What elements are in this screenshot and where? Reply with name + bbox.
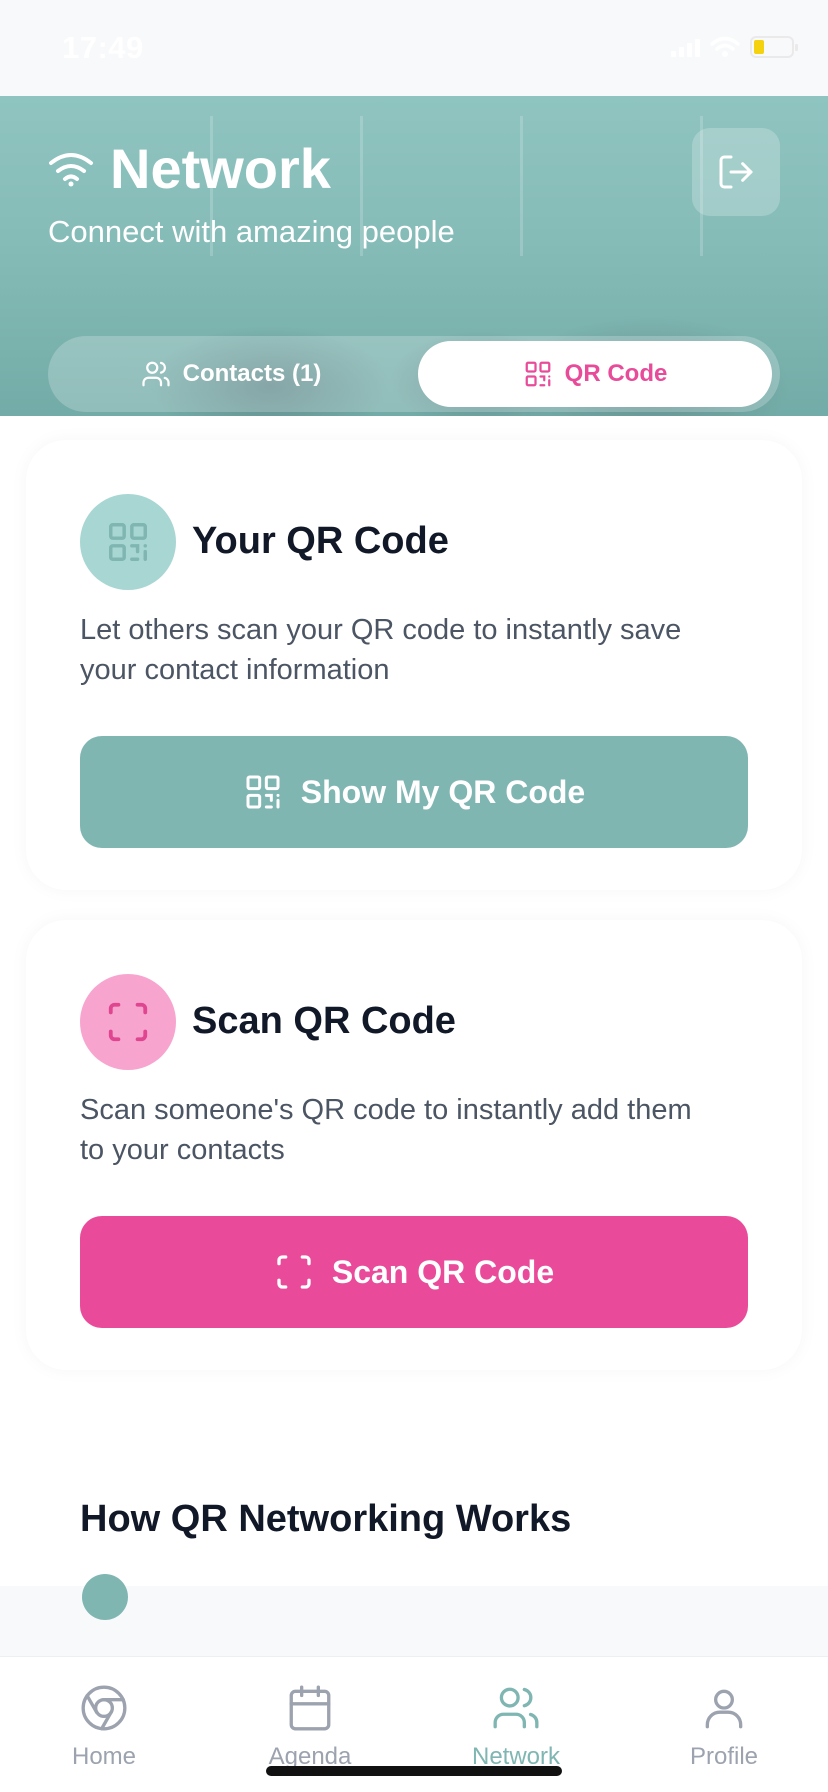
users-icon bbox=[493, 1687, 539, 1729]
scan-qr-description: Scan someone's QR code to instantly add … bbox=[80, 1094, 692, 1166]
nav-item-agenda[interactable]: Agenda bbox=[230, 1683, 390, 1771]
scan-icon bbox=[108, 1002, 148, 1042]
network-header: Network Connect with amazing people Cont… bbox=[0, 96, 828, 416]
qr-code-icon bbox=[525, 361, 551, 387]
qr-code-icon bbox=[246, 775, 280, 809]
nav-label-profile: Profile bbox=[689, 1743, 759, 1770]
step-number-circle bbox=[82, 1574, 128, 1620]
your-qr-description: Let others scan your QR code to instantl… bbox=[80, 614, 682, 686]
tab-contacts-label: Contacts (1) bbox=[182, 360, 322, 387]
nav-item-home[interactable]: Home bbox=[24, 1683, 184, 1771]
nav-item-profile[interactable]: Profile bbox=[644, 1683, 804, 1771]
scan-qr-button-label: Scan QR Code bbox=[331, 1253, 555, 1290]
home-indicator bbox=[266, 1766, 562, 1776]
battery-icon bbox=[750, 36, 798, 58]
page-subtitle: Connect with amazing people bbox=[48, 214, 455, 249]
tab-qr-code[interactable]: QR Code bbox=[418, 341, 772, 407]
user-icon bbox=[705, 1689, 743, 1729]
page-title: Network bbox=[110, 137, 331, 200]
signal-icon bbox=[671, 37, 700, 57]
your-qr-title: Your QR Code bbox=[192, 520, 449, 562]
header-title-row: Network bbox=[48, 136, 331, 201]
calendar-icon bbox=[289, 1685, 331, 1731]
chrome-icon bbox=[81, 1685, 127, 1731]
how-it-works-title: How QR Networking Works bbox=[80, 1498, 572, 1540]
wifi-icon bbox=[48, 150, 94, 188]
logout-button[interactable] bbox=[692, 128, 780, 216]
scan-qr-icon-circle bbox=[80, 974, 176, 1070]
nav-label-home: Home bbox=[71, 1743, 137, 1770]
content-area: Your QR Code Let others scan your QR cod… bbox=[0, 416, 828, 1620]
tab-qr-label: QR Code bbox=[564, 360, 668, 387]
scan-qr-title: Scan QR Code bbox=[192, 1000, 456, 1042]
tab-contacts[interactable]: Contacts (1) bbox=[56, 341, 406, 407]
show-my-qr-label: Show My QR Code bbox=[300, 773, 586, 810]
qr-code-icon bbox=[109, 523, 147, 561]
scan-qr-card: Scan QR Code Scan someone's QR code to i… bbox=[26, 920, 802, 1370]
status-bar: 17:49 bbox=[0, 0, 828, 96]
network-tabs: Contacts (1) QR Code bbox=[48, 336, 780, 412]
scan-qr-button[interactable]: Scan QR Code bbox=[80, 1216, 748, 1328]
scan-icon bbox=[277, 1255, 311, 1289]
nav-item-network[interactable]: Network bbox=[436, 1683, 596, 1771]
show-my-qr-button[interactable]: Show My QR Code bbox=[80, 736, 748, 848]
status-icons bbox=[671, 36, 798, 58]
your-qr-card: Your QR Code Let others scan your QR cod… bbox=[26, 440, 802, 890]
logout-icon bbox=[719, 155, 753, 189]
wifi-status-icon bbox=[710, 36, 740, 57]
your-qr-icon-circle bbox=[80, 494, 176, 590]
users-icon bbox=[142, 361, 170, 387]
status-time: 17:49 bbox=[62, 30, 144, 65]
